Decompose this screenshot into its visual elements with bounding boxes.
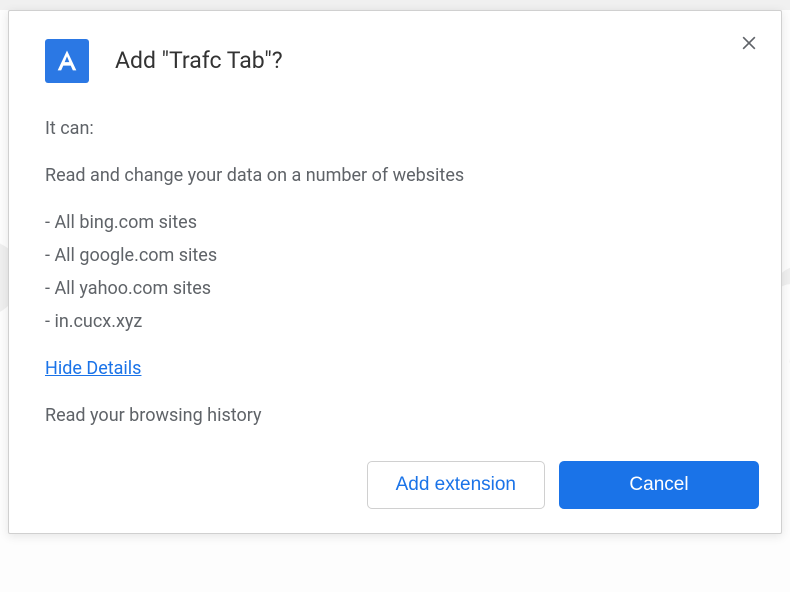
dialog-body: It can: Read and change your data on a n…: [9, 99, 781, 445]
site-item: - in.cucx.xyz: [45, 308, 745, 335]
permission-history: Read your browsing history: [45, 402, 745, 429]
close-icon: [739, 33, 759, 53]
hide-details-link[interactable]: Hide Details: [45, 355, 141, 382]
extension-icon: [45, 39, 89, 83]
extension-install-dialog: Add "Trafc Tab"? It can: Read and change…: [8, 10, 782, 534]
cancel-button[interactable]: Cancel: [559, 461, 759, 509]
letter-a-icon: [53, 47, 81, 75]
site-item: - All yahoo.com sites: [45, 275, 745, 302]
dialog-footer: Add extension Cancel: [9, 445, 781, 533]
dialog-header: Add "Trafc Tab"?: [9, 11, 781, 99]
permission-sites-list: - All bing.com sites - All google.com si…: [45, 209, 745, 335]
dialog-title: Add "Trafc Tab"?: [115, 39, 283, 74]
add-extension-button[interactable]: Add extension: [367, 461, 545, 509]
close-button[interactable]: [739, 33, 759, 53]
permission-heading: Read and change your data on a number of…: [45, 162, 745, 189]
site-item: - All bing.com sites: [45, 209, 745, 236]
it-can-label: It can:: [45, 115, 745, 142]
site-item: - All google.com sites: [45, 242, 745, 269]
